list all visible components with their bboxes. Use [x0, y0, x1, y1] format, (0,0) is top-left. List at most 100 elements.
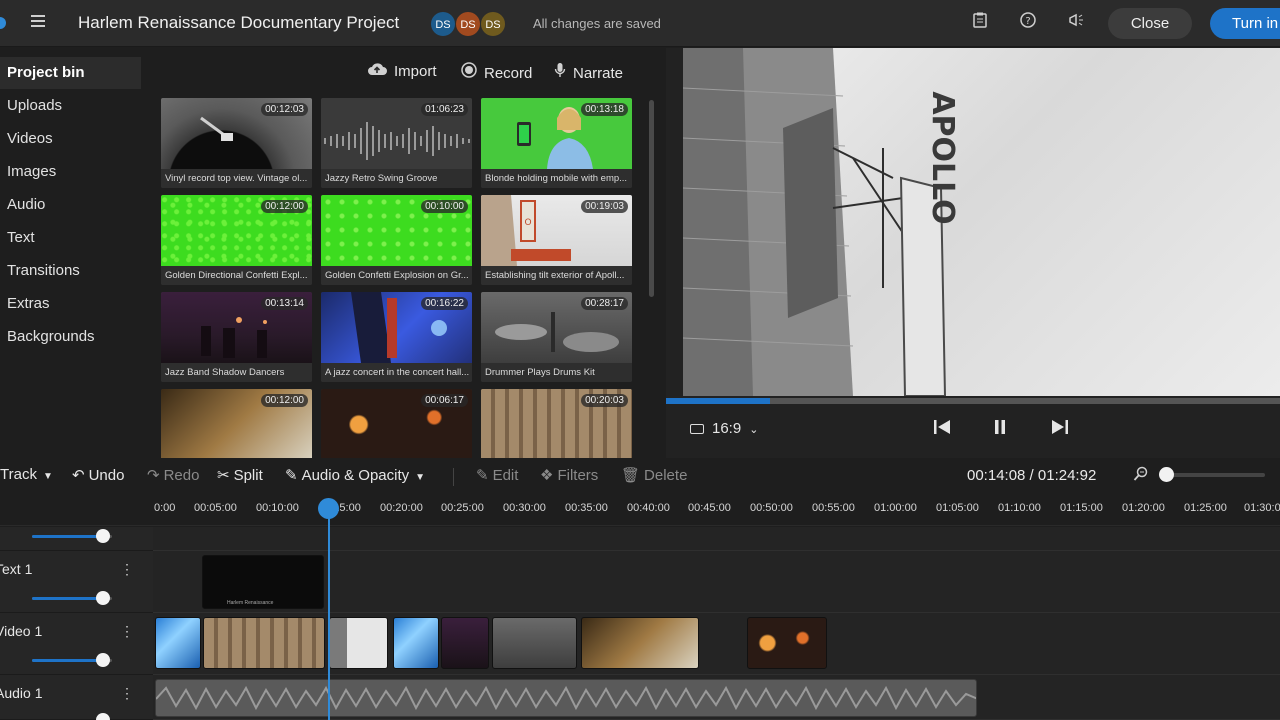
- playhead-handle[interactable]: [318, 498, 339, 519]
- track-lane-video[interactable]: [153, 613, 1280, 675]
- track-volume-knob[interactable]: [96, 591, 110, 605]
- more-options-icon[interactable]: ⋮: [120, 561, 134, 578]
- redo-label: Redo: [163, 467, 200, 484]
- skip-back-icon[interactable]: [929, 418, 955, 442]
- preview-frame[interactable]: APOLLO: [683, 48, 1280, 396]
- media-item-swing-groove[interactable]: 01:06:23 Jazzy Retro Swing Groove: [321, 98, 472, 188]
- audio-opacity-button[interactable]: ✎ Audio & Opacity ▼: [285, 466, 425, 484]
- avatar[interactable]: DS: [455, 11, 481, 37]
- sidebar: Project bin Uploads Videos Images Audio …: [0, 48, 150, 458]
- avatar[interactable]: DS: [480, 11, 506, 37]
- audio-clip[interactable]: [155, 679, 977, 717]
- zoom-icon[interactable]: [1133, 466, 1149, 486]
- video-clip[interactable]: [155, 617, 201, 669]
- media-item-jazz-concert[interactable]: 00:16:22 A jazz concert in the concert h…: [321, 292, 472, 382]
- track-volume-knob[interactable]: [96, 713, 110, 720]
- video-clip[interactable]: [747, 617, 827, 669]
- sidebar-item-audio[interactable]: Audio: [0, 189, 141, 221]
- delete-button[interactable]: 🗑 Delete: [621, 466, 687, 484]
- media-item-bokeh-mic[interactable]: 00:06:17: [321, 389, 472, 458]
- playhead-line: [328, 508, 330, 720]
- track-lane-text[interactable]: Harlem Renaissance: [153, 551, 1280, 613]
- top-bar: Harlem Renaissance Documentary Project D…: [0, 0, 1280, 47]
- media-item-golden-confetti-directional[interactable]: 00:12:00 Golden Directional Confetti Exp…: [161, 195, 312, 285]
- sidebar-item-project-bin[interactable]: Project bin: [0, 57, 141, 89]
- track-label: Track: [0, 466, 37, 483]
- bin-scrollbar[interactable]: [649, 100, 654, 297]
- text-clip-caption: Harlem Renaissance: [227, 600, 274, 606]
- pencil-icon: ✎: [476, 467, 489, 484]
- track-lane[interactable]: [153, 527, 1280, 551]
- undo-button[interactable]: ↶ Undo: [72, 466, 124, 484]
- notes-icon[interactable]: [969, 12, 991, 34]
- media-item-blonde-mobile[interactable]: 00:13:18 Blonde holding mobile with emp.…: [481, 98, 632, 188]
- help-icon[interactable]: ?: [1017, 12, 1039, 34]
- sidebar-item-videos[interactable]: Videos: [0, 123, 141, 155]
- aspect-ratio-selector[interactable]: 16:9 ⌄: [690, 420, 758, 437]
- save-status: All changes are saved: [533, 16, 661, 31]
- turn-in-button[interactable]: Turn in: [1210, 8, 1280, 39]
- media-caption: Golden Confetti Explosion on Gr...: [321, 266, 472, 285]
- edit-button[interactable]: ✎ Edit: [476, 466, 518, 484]
- record-button[interactable]: Record: [461, 62, 532, 84]
- zoom-slider[interactable]: [1160, 473, 1265, 477]
- delete-label: Delete: [644, 467, 688, 484]
- media-item-apollo-exterior[interactable]: O 00:19:03 Establishing tilt exterior of…: [481, 195, 632, 285]
- media-item-guitar[interactable]: 00:12:00: [161, 389, 312, 458]
- split-button[interactable]: ✂ Split: [217, 466, 263, 484]
- video-clip[interactable]: [581, 617, 699, 669]
- hamburger-menu-icon[interactable]: [28, 12, 48, 34]
- sidebar-item-backgrounds[interactable]: Backgrounds: [0, 321, 141, 353]
- sidebar-item-uploads[interactable]: Uploads: [0, 90, 141, 122]
- pause-icon[interactable]: [987, 418, 1013, 442]
- media-caption: Golden Directional Confetti Expl...: [161, 266, 312, 285]
- duration-badge: 00:12:03: [261, 103, 308, 116]
- media-item-drummer[interactable]: 00:28:17 Drummer Plays Drums Kit: [481, 292, 632, 382]
- import-button[interactable]: Import: [367, 62, 437, 84]
- more-options-icon[interactable]: ⋮: [120, 685, 134, 702]
- media-item-building[interactable]: 00:20:03: [481, 389, 632, 458]
- track-header-video: Video 1 ⋮: [0, 613, 153, 675]
- ruler-tick: 01:05:00: [936, 502, 979, 514]
- close-button[interactable]: Close: [1108, 8, 1192, 39]
- media-item-jazz-band-dancers[interactable]: 00:13:14 Jazz Band Shadow Dancers: [161, 292, 312, 382]
- track-lane-audio[interactable]: [153, 675, 1280, 720]
- video-clip[interactable]: [492, 617, 577, 669]
- zoom-slider-knob[interactable]: [1159, 467, 1174, 482]
- pencil-icon: ✎: [285, 467, 298, 484]
- ruler-tick: 00:35:00: [565, 502, 608, 514]
- redo-button[interactable]: ↷ Redo: [147, 466, 199, 484]
- timeline-ruler[interactable]: 0:00 00:05:00 00:10:00 00:15:00 00:20:00…: [0, 494, 1280, 526]
- announcement-icon[interactable]: [1065, 12, 1087, 34]
- skip-forward-icon[interactable]: [1047, 418, 1073, 442]
- video-clip[interactable]: [329, 617, 388, 669]
- sidebar-item-extras[interactable]: Extras: [0, 288, 141, 320]
- video-clip[interactable]: [441, 617, 489, 669]
- avatar[interactable]: DS: [430, 11, 456, 37]
- track-menu-button[interactable]: Track ▼: [0, 466, 53, 483]
- media-item-vinyl[interactable]: 00:12:03 Vinyl record top view. Vintage …: [161, 98, 312, 188]
- duration-badge: 00:06:17: [421, 394, 468, 407]
- undo-icon: ↶: [72, 467, 85, 484]
- ruler-tick: 01:00:00: [874, 502, 917, 514]
- track-volume-knob[interactable]: [96, 653, 110, 667]
- duration-badge: 00:13:18: [581, 103, 628, 116]
- more-options-icon[interactable]: ⋮: [120, 623, 134, 640]
- media-item-golden-confetti-explosion[interactable]: 00:10:00 Golden Confetti Explosion on Gr…: [321, 195, 472, 285]
- ruler-tick: 00:05:00: [194, 502, 237, 514]
- media-caption: Blonde holding mobile with emp...: [481, 169, 632, 188]
- narrate-button[interactable]: Narrate: [554, 62, 623, 84]
- ruler-tick: 00:20:00: [380, 502, 423, 514]
- chevron-down-icon: ▼: [42, 471, 53, 482]
- ruler-tick: 00:25:00: [441, 502, 484, 514]
- sidebar-item-images[interactable]: Images: [0, 156, 141, 188]
- preview-progress-bar[interactable]: [666, 398, 1280, 404]
- track-volume-knob[interactable]: [96, 529, 110, 543]
- video-clip[interactable]: [393, 617, 439, 669]
- text-clip[interactable]: Harlem Renaissance: [202, 555, 324, 609]
- video-clip[interactable]: [203, 617, 325, 669]
- filters-button[interactable]: ❖ Filters: [540, 466, 598, 484]
- sidebar-item-text[interactable]: Text: [0, 222, 141, 254]
- ruler-tick: 01:30:00: [1244, 502, 1280, 514]
- sidebar-item-transitions[interactable]: Transitions: [0, 255, 141, 287]
